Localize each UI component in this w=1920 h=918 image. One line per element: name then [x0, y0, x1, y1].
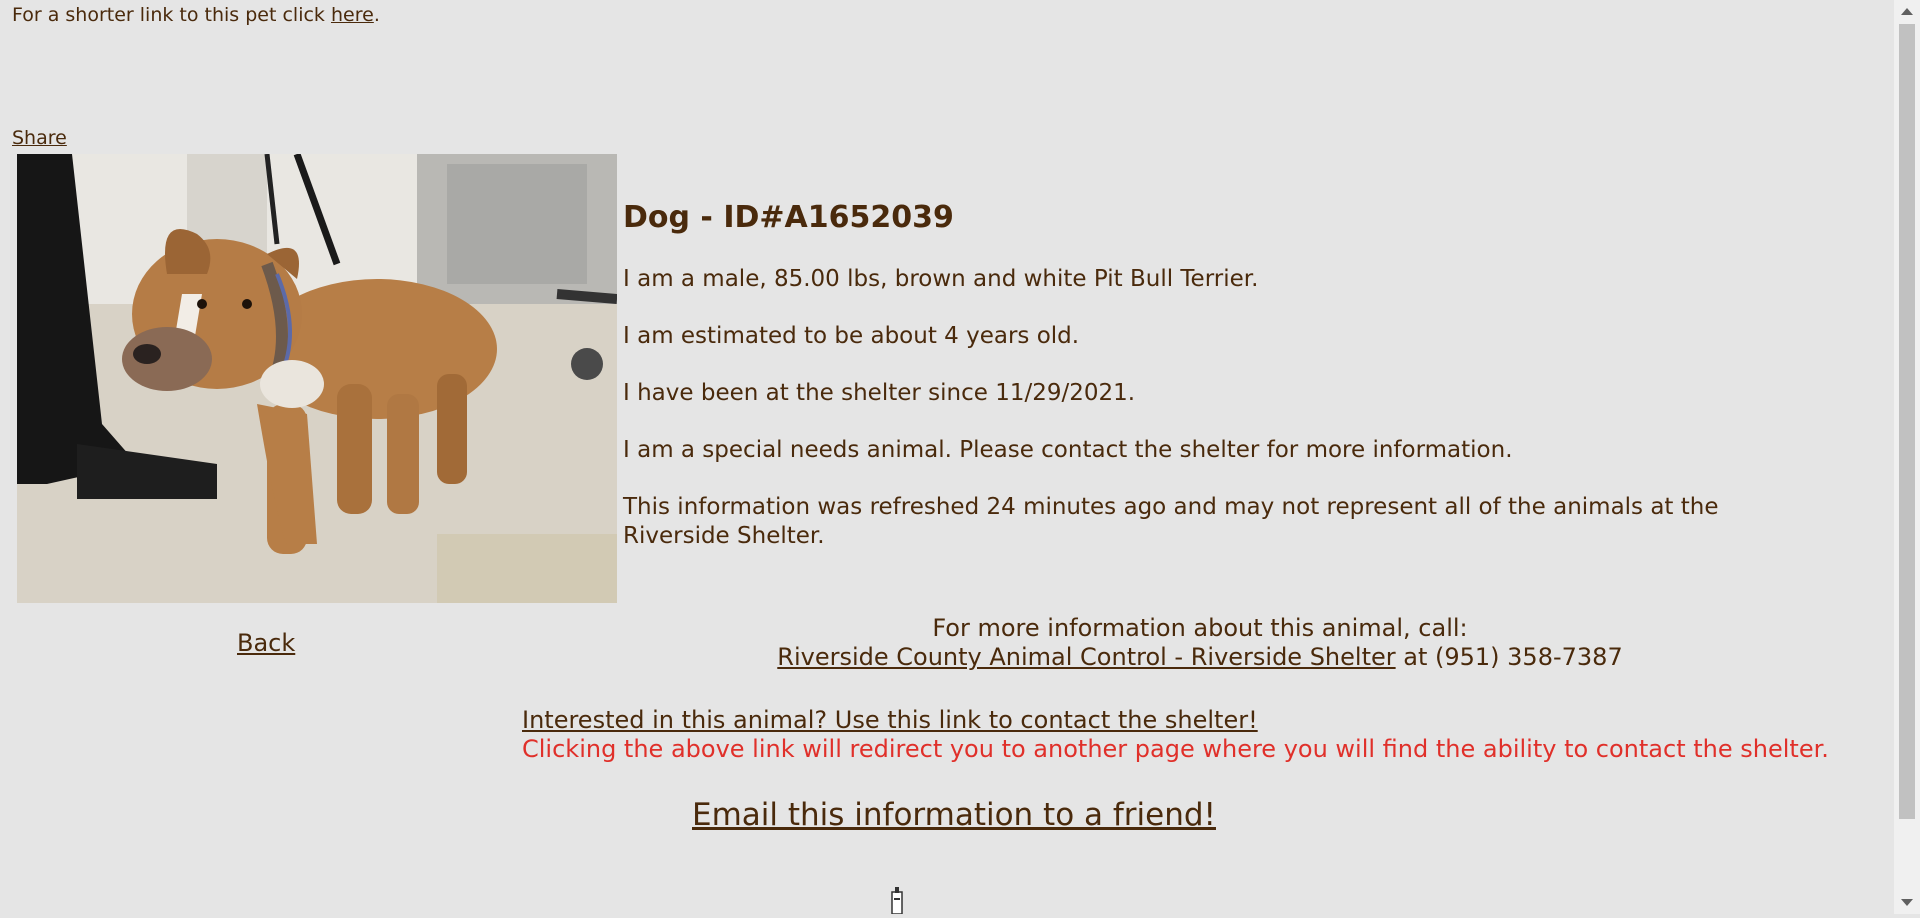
shelter-phone: at (951) 358-7387: [1395, 643, 1623, 671]
animal-title: Dog - ID#A1652039: [623, 200, 954, 235]
contact-heading: For more information about this animal, …: [932, 614, 1468, 642]
shorter-link-line: For a shorter link to this pet click her…: [12, 4, 380, 26]
share-link[interactable]: Share: [12, 127, 67, 149]
animal-info: Dog - ID#A1652039 I am a male, 85.00 lbs…: [623, 200, 1823, 579]
scroll-down-arrow-icon[interactable]: [1901, 899, 1913, 906]
animal-intake-date: I have been at the shelter since 11/29/2…: [623, 380, 1136, 406]
shorter-link-text: For a shorter link to this pet click: [12, 4, 331, 26]
animal-description: I am a male, 85.00 lbs, brown and white …: [623, 266, 1259, 292]
dog-photo: [17, 154, 617, 603]
partial-icon: [888, 886, 906, 918]
back-link[interactable]: Back: [237, 629, 295, 657]
shelter-link[interactable]: Riverside County Animal Control - Rivers…: [777, 643, 1395, 671]
redirect-warning: Clicking the above link will redirect yo…: [522, 735, 1829, 763]
contact-info: For more information about this animal, …: [600, 614, 1800, 672]
animal-age: I am estimated to be about 4 years old.: [623, 323, 1080, 349]
refresh-notice: This information was refreshed 24 minute…: [623, 494, 1719, 549]
scroll-up-arrow-icon[interactable]: [1901, 8, 1913, 15]
interest-section: Interested in this animal? Use this link…: [522, 706, 1829, 764]
scroll-thumb[interactable]: [1899, 24, 1915, 819]
animal-special-needs: I am a special needs animal. Please cont…: [623, 437, 1513, 463]
vertical-scrollbar[interactable]: [1894, 0, 1920, 914]
email-friend-link[interactable]: Email this information to a friend!: [692, 797, 1216, 833]
contact-shelter-link[interactable]: Interested in this animal? Use this link…: [522, 706, 1258, 734]
period: .: [373, 4, 380, 26]
here-link[interactable]: here: [331, 4, 374, 26]
